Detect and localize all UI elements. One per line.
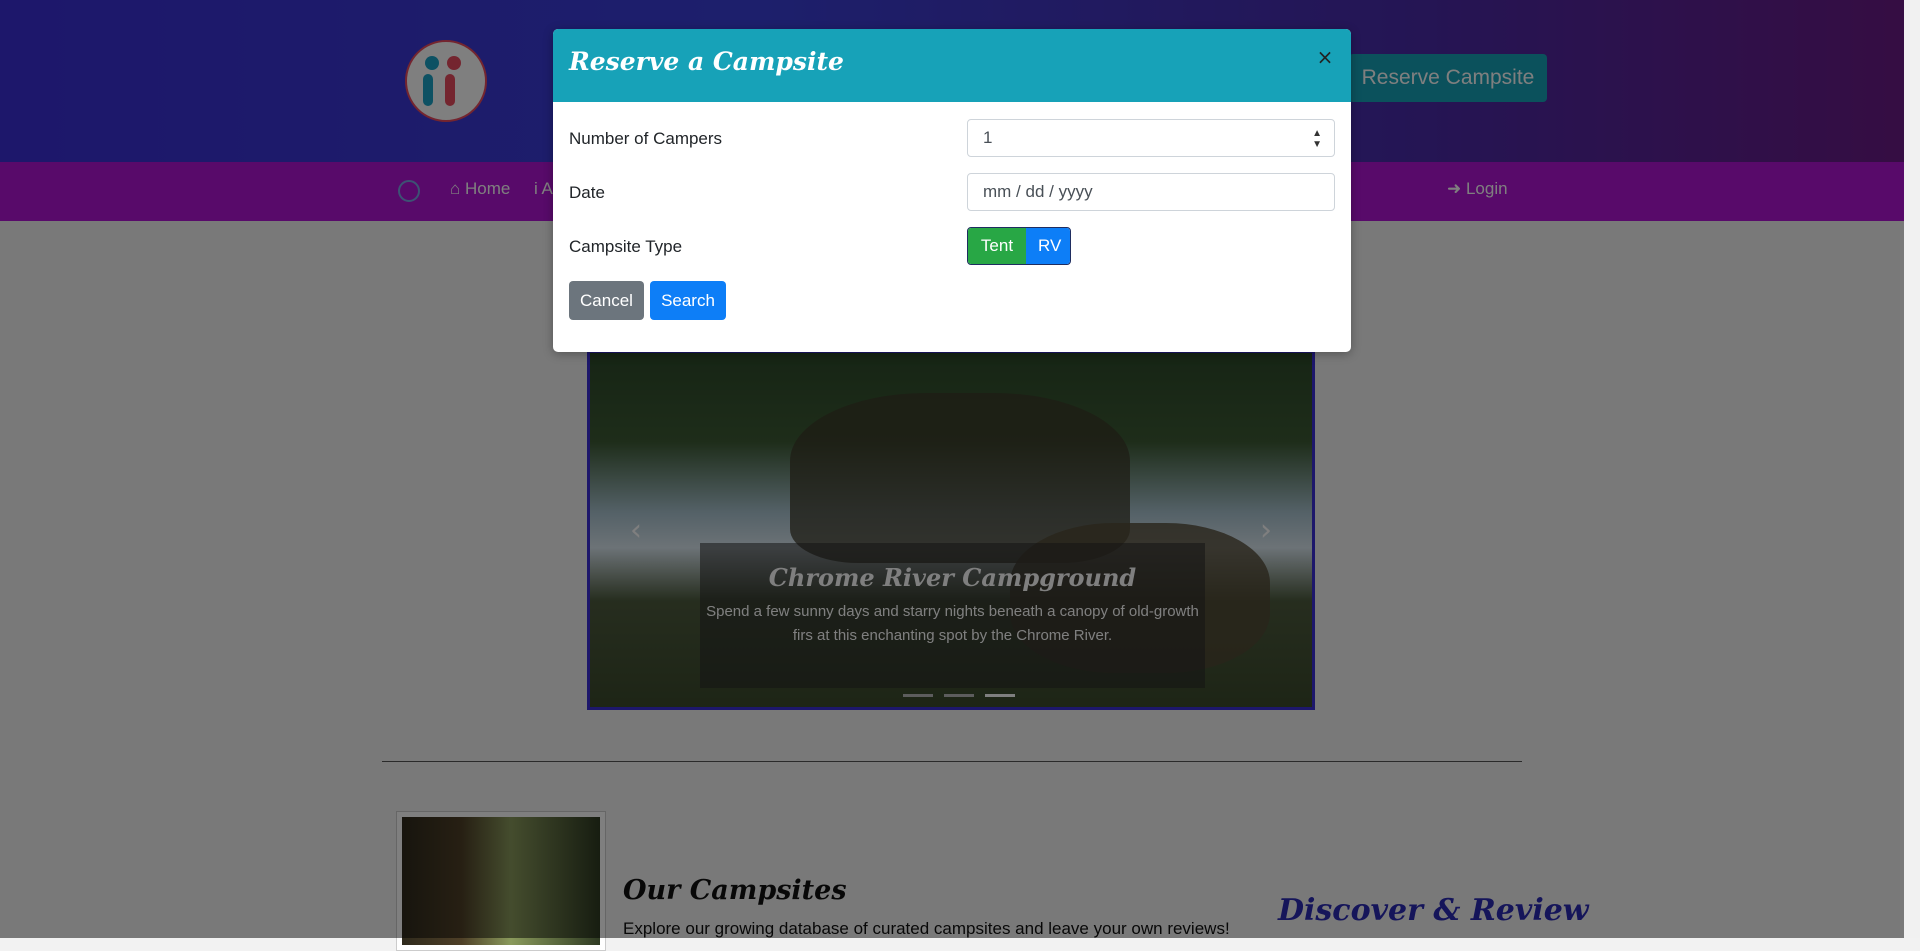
scrollbar-track[interactable] <box>1904 0 1920 938</box>
campsite-type-row: Campsite Type Tent RV <box>569 227 1335 267</box>
campers-select[interactable]: 1 ▲ ▼ <box>967 119 1335 157</box>
campers-select-value: 1 <box>983 128 993 147</box>
modal-actions: Cancel Search <box>569 281 1335 321</box>
date-input[interactable]: mm / dd / yyyy <box>967 173 1335 211</box>
campers-row: Number of Campers 1 ▲ ▼ <box>569 119 1335 159</box>
rv-option-button[interactable]: RV <box>1026 228 1070 264</box>
campsite-type-toggle: Tent RV <box>967 227 1071 265</box>
modal-title: Reserve a Campsite <box>569 47 844 76</box>
reserve-modal: Reserve a Campsite × Number of Campers 1… <box>553 29 1351 352</box>
modal-header: Reserve a Campsite × <box>553 29 1351 102</box>
cancel-button[interactable]: Cancel <box>569 281 644 320</box>
select-arrows-icon: ▲ ▼ <box>1312 128 1322 150</box>
date-row: Date mm / dd / yyyy <box>569 173 1335 213</box>
search-button[interactable]: Search <box>650 281 726 320</box>
close-icon[interactable]: × <box>1313 45 1337 69</box>
campers-label: Number of Campers <box>569 129 723 148</box>
campsite-type-label: Campsite Type <box>569 237 683 256</box>
date-label: Date <box>569 183 605 202</box>
tent-option-button[interactable]: Tent <box>968 228 1026 264</box>
